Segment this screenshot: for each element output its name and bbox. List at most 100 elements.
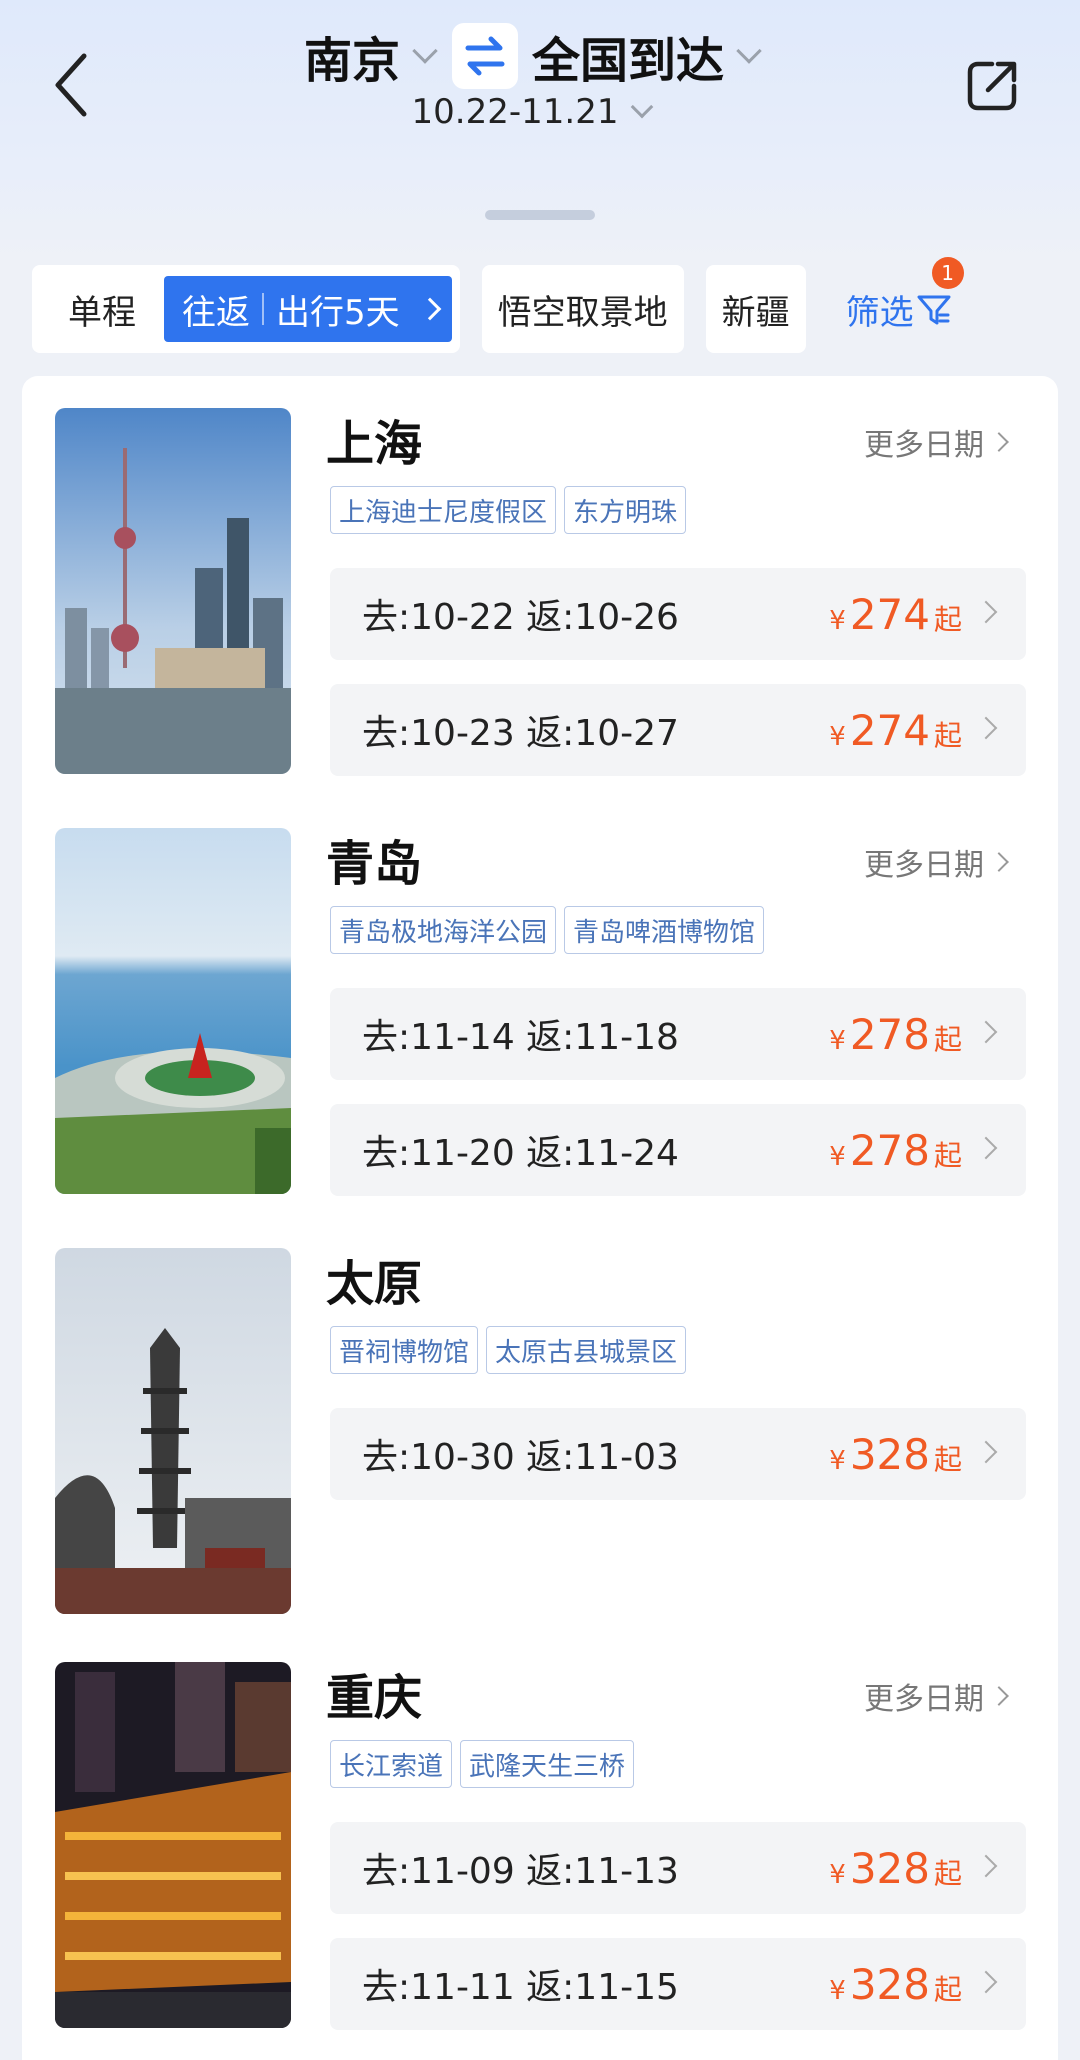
price-amount: 328 (849, 1429, 930, 1479)
swap-button[interactable] (452, 23, 518, 89)
tag[interactable]: 青岛啤酒博物馆 (564, 906, 765, 954)
price-amount: 274 (849, 705, 930, 755)
chevron-right-icon (418, 297, 441, 321)
chevron-right-icon (974, 1440, 998, 1464)
filter-icon (917, 295, 951, 325)
page: 南京 全国到达 10.22-11.21 单程 往返 出行5天 悟空取景地 新疆 … (0, 0, 1080, 2060)
trip-dates: 去:11-11 返:11-15 (362, 1967, 679, 2008)
trip-price: ¥ 274 起 (829, 590, 962, 639)
trip-option[interactable]: 去:11-11 返:11-15 ¥ 328 起 (330, 1938, 1026, 2030)
trip-price: ¥ 328 起 (829, 1430, 962, 1479)
destination-name: 青岛 (326, 836, 423, 892)
chevron-down-icon[interactable] (412, 38, 438, 64)
destination-card[interactable]: 青岛 更多日期 青岛极地海洋公园 青岛啤酒博物馆 去:11-14 返:11-18… (22, 796, 1058, 1216)
duration-label: 出行5天 (276, 292, 400, 333)
trip-option[interactable]: 去:11-14 返:11-18 ¥ 278 起 (330, 988, 1026, 1080)
destination-name: 太原 (326, 1256, 423, 1312)
destination-image (55, 828, 291, 1194)
destination-image (55, 1662, 291, 2028)
drag-handle[interactable] (485, 210, 595, 220)
more-dates-link[interactable]: 更多日期 (864, 1674, 1009, 1718)
date-range: 10.22-11.21 (411, 92, 619, 132)
chevron-right-icon (989, 432, 1009, 452)
chevron-down-icon[interactable] (736, 38, 762, 64)
trip-option[interactable]: 去:10-23 返:10-27 ¥ 274 起 (330, 684, 1026, 776)
divider (262, 293, 264, 325)
trip-price: ¥ 274 起 (829, 706, 962, 755)
date-selector[interactable]: 10.22-11.21 (0, 92, 1080, 132)
chevron-right-icon (974, 1136, 998, 1160)
currency-symbol: ¥ (829, 721, 846, 752)
more-dates-label: 更多日期 (864, 428, 984, 463)
price-amount: 328 (849, 1843, 930, 1893)
trip-dates: 去:10-23 返:10-27 (362, 713, 679, 754)
share-icon (967, 61, 1017, 111)
more-dates-link[interactable]: 更多日期 (864, 840, 1009, 884)
chevron-right-icon (974, 1970, 998, 1994)
more-dates-link[interactable]: 更多日期 (864, 420, 1009, 464)
filter-label: 筛选 (845, 292, 914, 333)
tag[interactable]: 晋祠博物馆 (330, 1326, 479, 1374)
currency-symbol: ¥ (829, 605, 846, 636)
chevron-right-icon (974, 1854, 998, 1878)
round-trip-option[interactable]: 往返 出行5天 (164, 276, 452, 342)
share-button[interactable] (964, 58, 1024, 118)
price-amount: 278 (849, 1009, 930, 1059)
price-suffix: 起 (933, 1972, 962, 2006)
destination-name: 重庆 (326, 1670, 423, 1726)
trip-price: ¥ 328 起 (829, 1960, 962, 2009)
trip-option[interactable]: 去:10-22 返:10-26 ¥ 274 起 (330, 568, 1026, 660)
trip-dates: 去:10-30 返:11-03 (362, 1437, 679, 1478)
chevron-right-icon (974, 1020, 998, 1044)
round-trip-label: 往返 (182, 292, 250, 333)
destination-list: 上海 更多日期 上海迪士尼度假区 东方明珠 去:10-22 返:10-26 ¥ … (22, 376, 1058, 2060)
chip-xinjiang[interactable]: 新疆 (705, 265, 806, 353)
trip-option[interactable]: 去:11-20 返:11-24 ¥ 278 起 (330, 1104, 1026, 1196)
chevron-right-icon (974, 716, 998, 740)
filter-count-badge: 1 (931, 256, 964, 289)
currency-symbol: ¥ (829, 1141, 846, 1172)
trip-price: ¥ 278 起 (829, 1010, 962, 1059)
trip-dates: 去:11-20 返:11-24 (362, 1133, 679, 1174)
tag-list: 长江索道 武隆天生三桥 (330, 1740, 642, 1788)
price-suffix: 起 (933, 602, 962, 636)
origin-city[interactable]: 南京 (304, 21, 400, 91)
tag-list: 晋祠博物馆 太原古县城景区 (330, 1326, 694, 1374)
tag-list: 青岛极地海洋公园 青岛啤酒博物馆 (330, 906, 772, 954)
destination-name: 上海 (326, 416, 423, 472)
destination-city[interactable]: 全国到达 (532, 21, 724, 91)
trip-type-toggle: 单程 往返 出行5天 (32, 265, 460, 353)
tag[interactable]: 武隆天生三桥 (460, 1740, 635, 1788)
tag[interactable]: 长江索道 (330, 1740, 453, 1788)
price-suffix: 起 (933, 1138, 962, 1172)
filter-button[interactable]: 筛选 1 (845, 256, 964, 334)
more-dates-label: 更多日期 (864, 1682, 984, 1717)
one-way-option[interactable]: 单程 (68, 285, 136, 334)
chevron-down-icon (631, 95, 654, 119)
trip-option[interactable]: 去:10-30 返:11-03 ¥ 328 起 (330, 1408, 1026, 1500)
trip-option[interactable]: 去:11-09 返:11-13 ¥ 328 起 (330, 1822, 1026, 1914)
price-suffix: 起 (933, 1856, 962, 1890)
currency-symbol: ¥ (829, 1975, 846, 2006)
tag[interactable]: 青岛极地海洋公园 (330, 906, 557, 954)
destination-image (55, 408, 291, 774)
currency-symbol: ¥ (829, 1025, 846, 1056)
tag[interactable]: 太原古县城景区 (486, 1326, 687, 1374)
chevron-right-icon (989, 852, 1009, 872)
destination-image (55, 1248, 291, 1614)
trip-price: ¥ 278 起 (829, 1126, 962, 1175)
tag[interactable]: 上海迪士尼度假区 (330, 486, 557, 534)
price-amount: 328 (849, 1959, 930, 2009)
tag[interactable]: 东方明珠 (564, 486, 687, 534)
price-suffix: 起 (933, 1442, 962, 1476)
destination-card[interactable]: 太原 晋祠博物馆 太原古县城景区 去:10-30 返:11-03 ¥ 328 起 (22, 1216, 1058, 1630)
currency-symbol: ¥ (829, 1859, 846, 1890)
swap-icon (465, 36, 505, 76)
more-dates-label: 更多日期 (864, 848, 984, 883)
trip-dates: 去:11-14 返:11-18 (362, 1017, 679, 1058)
destination-card[interactable]: 重庆 更多日期 长江索道 武隆天生三桥 去:11-09 返:11-13 ¥ 32… (22, 1630, 1058, 2060)
tag-list: 上海迪士尼度假区 东方明珠 (330, 486, 694, 534)
chevron-right-icon (974, 600, 998, 624)
chip-wukong[interactable]: 悟空取景地 (481, 265, 684, 353)
destination-card[interactable]: 上海 更多日期 上海迪士尼度假区 东方明珠 去:10-22 返:10-26 ¥ … (22, 376, 1058, 796)
